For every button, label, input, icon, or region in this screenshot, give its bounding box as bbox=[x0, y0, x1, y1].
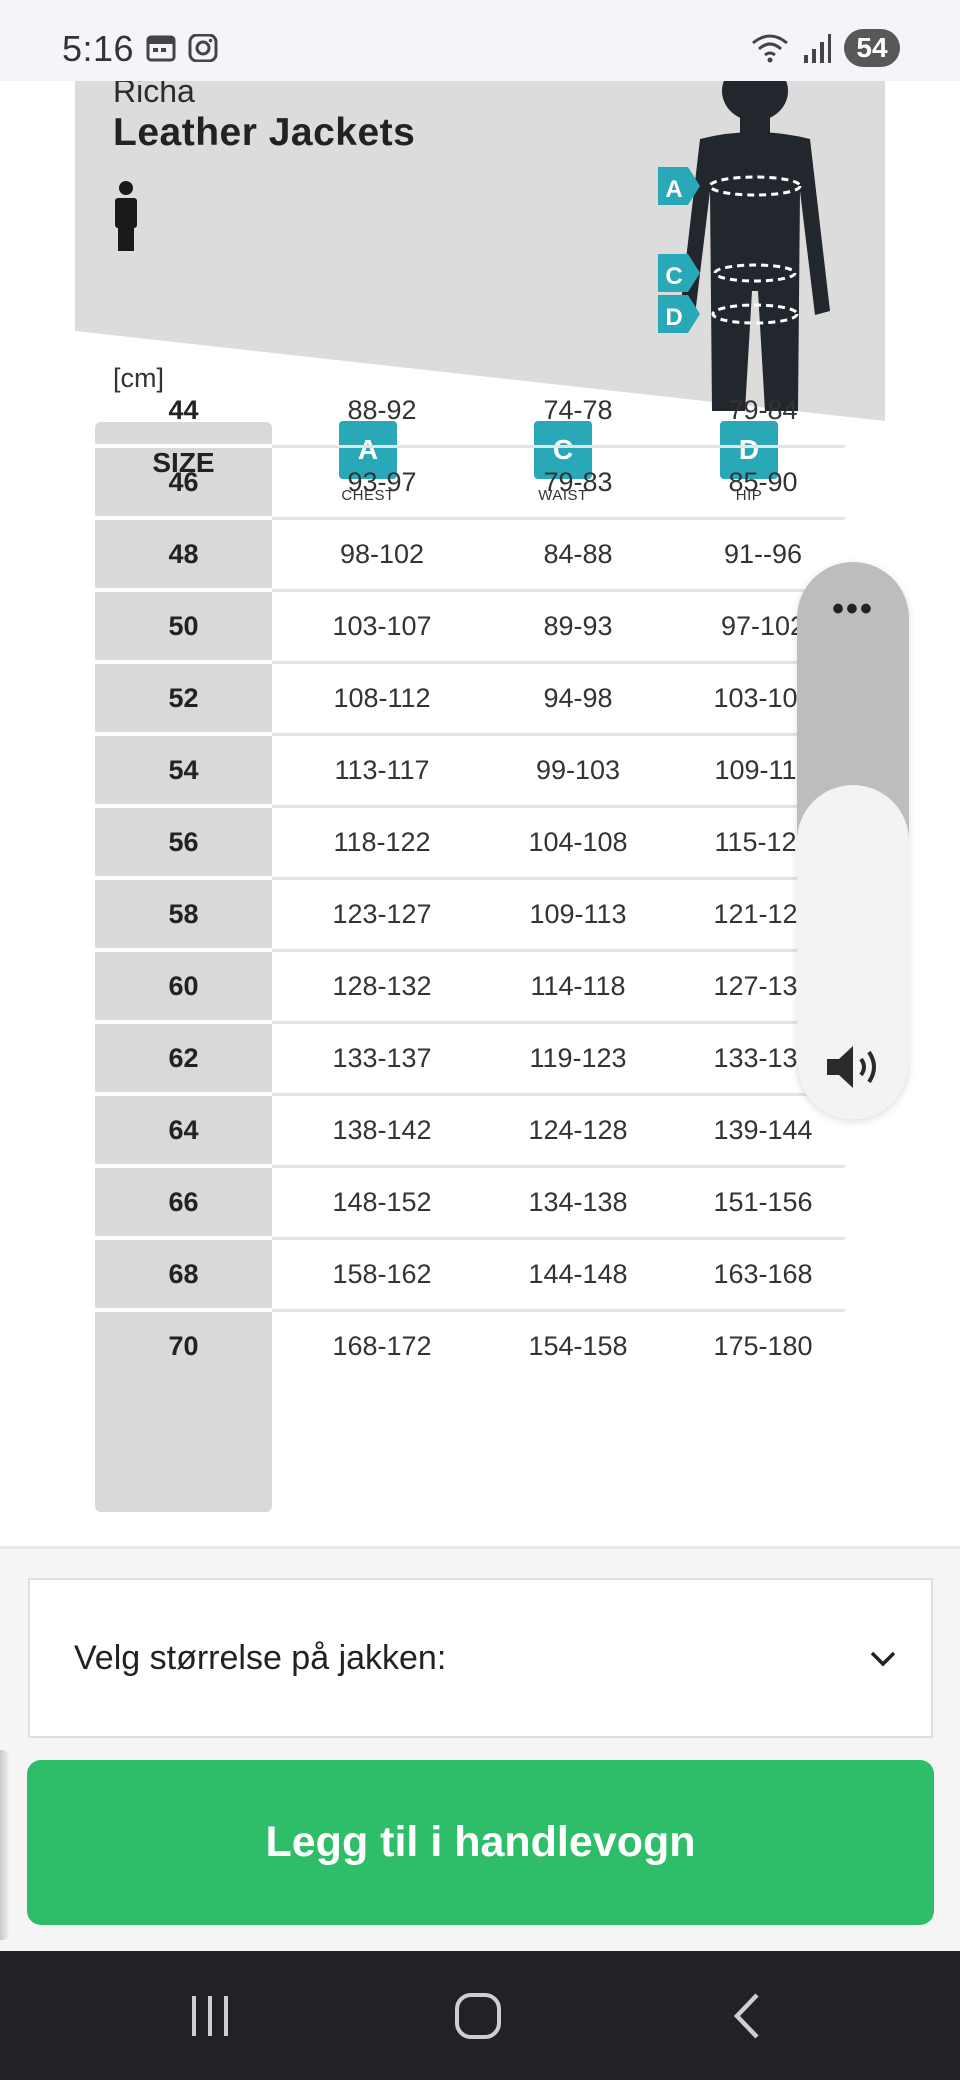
back-button[interactable] bbox=[712, 1981, 782, 2051]
waist-cell: 134-138 bbox=[528, 1187, 628, 1217]
size-table-row: 68 158-162 144-148 163-168 bbox=[95, 1238, 845, 1312]
instagram-icon bbox=[188, 34, 218, 62]
chest-cell: 133-137 bbox=[332, 1043, 432, 1073]
size-table-row: 60 128-132 114-118 127-132 bbox=[95, 950, 845, 1024]
chest-cell: 98-102 bbox=[339, 539, 425, 569]
size-dropdown[interactable]: Velg størrelse på jakken: bbox=[28, 1578, 933, 1738]
size-table-row: 70 168-172 154-158 175-180 bbox=[95, 1310, 845, 1382]
waist-cell: 144-148 bbox=[528, 1259, 628, 1289]
waist-cell: 119-123 bbox=[529, 1043, 627, 1073]
home-button[interactable] bbox=[443, 1981, 513, 2051]
chevron-down-icon bbox=[870, 1651, 896, 1667]
size-cell: 46 bbox=[168, 467, 199, 497]
chest-cell: 138-142 bbox=[332, 1115, 432, 1145]
volume-panel[interactable]: ••• bbox=[797, 562, 909, 1120]
size-dropdown-label: Velg størrelse på jakken: bbox=[74, 1639, 447, 1677]
waist-cell: 109-113 bbox=[529, 899, 627, 929]
size-table-row: 62 133-137 119-123 133-138 bbox=[95, 1022, 845, 1096]
hip-cell: 85-90 bbox=[728, 467, 798, 497]
size-cell: 54 bbox=[168, 755, 199, 785]
svg-text:D: D bbox=[665, 304, 682, 331]
size-cell: 50 bbox=[168, 611, 199, 641]
chest-cell: 108-112 bbox=[333, 683, 431, 713]
chest-cell: 103-107 bbox=[332, 611, 432, 641]
recent-apps-button[interactable] bbox=[175, 1981, 245, 2051]
chest-cell: 168-172 bbox=[332, 1331, 432, 1361]
size-table-row: 52 108-112 94-98 103-108 bbox=[95, 662, 845, 736]
size-table-row: 48 98-102 84-88 91--96 bbox=[95, 518, 845, 592]
size-cell: 62 bbox=[168, 1043, 199, 1073]
signal-icon bbox=[804, 34, 831, 63]
brand-name: Richa bbox=[113, 81, 195, 109]
size-table-row: 56 118-122 104-108 115-120 bbox=[95, 806, 845, 880]
navigation-bar bbox=[0, 1951, 960, 2080]
chest-cell: 118-122 bbox=[333, 827, 431, 857]
waist-cell: 94-98 bbox=[543, 683, 613, 713]
size-cell: 56 bbox=[168, 827, 199, 857]
svg-text:C: C bbox=[665, 263, 682, 290]
chest-cell: 148-152 bbox=[332, 1187, 432, 1217]
waist-cell: 79-83 bbox=[543, 467, 613, 497]
recent-apps-icon bbox=[192, 1996, 228, 2036]
waist-cell: 114-118 bbox=[530, 971, 626, 1001]
size-cell: 70 bbox=[168, 1331, 199, 1361]
waist-cell: 89-93 bbox=[543, 611, 613, 641]
add-to-cart-button[interactable]: Legg til i handlevogn bbox=[27, 1760, 934, 1925]
figure-marker-letters: A C D bbox=[665, 176, 682, 331]
waist-cell: 84-88 bbox=[543, 539, 613, 569]
size-cell: 64 bbox=[168, 1115, 199, 1145]
speaker-icon[interactable] bbox=[825, 1042, 883, 1092]
size-table-row: 58 123-127 109-113 121-126 bbox=[95, 878, 845, 952]
hip-cell: 175-180 bbox=[713, 1331, 813, 1361]
hip-cell: 163-168 bbox=[713, 1259, 813, 1289]
size-table-row: 46 93-97 79-83 85-90 bbox=[95, 446, 845, 520]
home-icon bbox=[455, 1993, 501, 2039]
back-icon bbox=[733, 1993, 759, 2039]
status-bar: 5:16 54 bbox=[0, 0, 960, 81]
size-cell: 58 bbox=[168, 899, 199, 929]
waist-cell: 104-108 bbox=[528, 827, 628, 857]
size-cell: 44 bbox=[168, 395, 199, 425]
size-cell: 60 bbox=[168, 971, 199, 1001]
waist-cell: 124-128 bbox=[528, 1115, 628, 1145]
status-time: 5:16 bbox=[62, 28, 135, 69]
product-title: Leather Jackets bbox=[113, 111, 416, 154]
size-cell: 68 bbox=[168, 1259, 199, 1289]
chest-cell: 93-97 bbox=[347, 467, 417, 497]
chest-cell: 123-127 bbox=[332, 899, 432, 929]
size-table-row: 44 88-92 74-78 79-84 bbox=[95, 374, 845, 448]
chest-cell: 158-162 bbox=[332, 1259, 432, 1289]
hip-cell: 79-84 bbox=[728, 395, 798, 425]
size-cell: 66 bbox=[168, 1187, 199, 1217]
waist-cell: 99-103 bbox=[535, 755, 621, 785]
edge-panel-handle[interactable] bbox=[0, 1750, 10, 1940]
chest-cell: 128-132 bbox=[332, 971, 432, 1001]
chest-cell: 88-92 bbox=[347, 395, 417, 425]
size-table-row: 64 138-142 124-128 139-144 bbox=[95, 1094, 845, 1168]
calendar-icon bbox=[146, 35, 176, 62]
volume-more-button[interactable]: ••• bbox=[797, 590, 909, 629]
svg-text:A: A bbox=[665, 176, 682, 203]
size-table-row: 50 103-107 89-93 97-102 bbox=[95, 590, 845, 664]
waist-cell: 74-78 bbox=[543, 395, 613, 425]
hip-cell: 151-156 bbox=[713, 1187, 813, 1217]
size-cell: 48 bbox=[168, 539, 199, 569]
chest-cell: 113-117 bbox=[334, 755, 430, 785]
waist-cell: 154-158 bbox=[528, 1331, 628, 1361]
wifi-icon bbox=[752, 34, 788, 63]
size-table-row: 54 113-117 99-103 109-114 bbox=[95, 734, 845, 808]
size-cell: 52 bbox=[168, 683, 199, 713]
size-table-row: 66 148-152 134-138 151-156 bbox=[95, 1166, 845, 1240]
battery-indicator: 54 bbox=[844, 29, 900, 67]
status-right: 54 bbox=[750, 28, 900, 68]
